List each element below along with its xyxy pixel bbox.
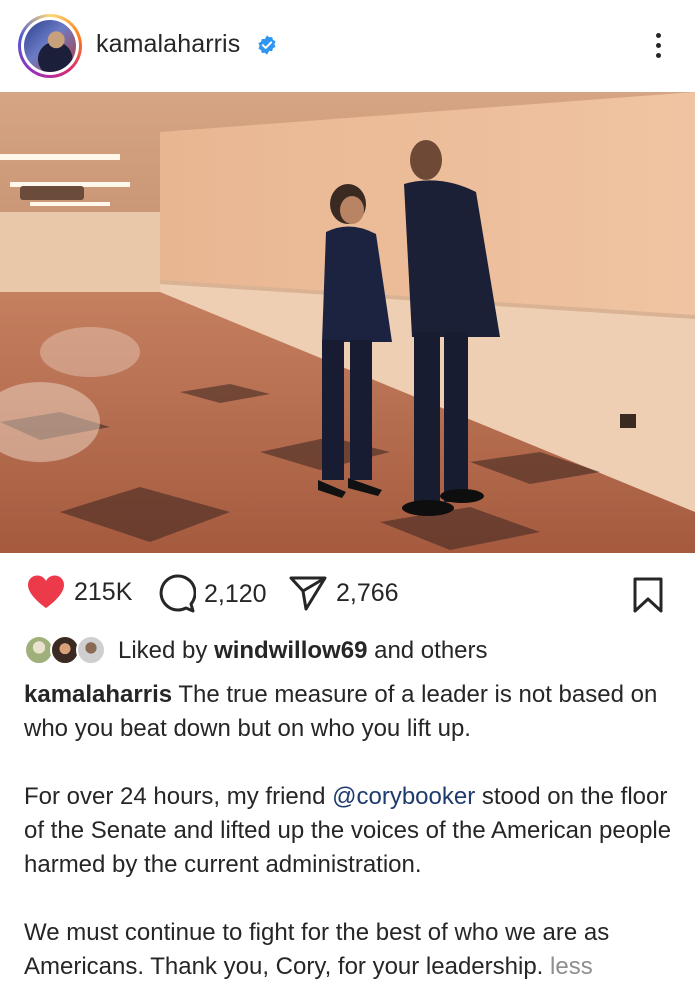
caption-username[interactable]: kamalaharris — [24, 681, 172, 708]
liker-avatar — [76, 635, 106, 665]
profile-avatar[interactable] — [18, 14, 82, 78]
mention-link[interactable]: @corybooker — [332, 783, 475, 810]
comment-icon — [159, 574, 196, 613]
liked-by-suffix[interactable]: and others — [374, 637, 487, 664]
liked-by-text: Liked by windwillow69 and others — [118, 637, 488, 665]
like-count[interactable]: 215K — [74, 578, 132, 607]
avatar-image — [24, 20, 76, 72]
caption-paragraph-1: kamalaharris The true measure of a leade… — [24, 678, 674, 746]
post-image[interactable] — [0, 92, 695, 553]
like-button[interactable]: 215K — [26, 574, 132, 610]
less-button[interactable]: less — [550, 953, 593, 980]
share-count[interactable]: 2,766 — [336, 579, 399, 608]
comment-count[interactable]: 2,120 — [204, 580, 267, 609]
caption-paragraph-3: We must continue to fight for the best o… — [24, 916, 674, 984]
liked-by-row[interactable]: Liked by windwillow69 and others — [24, 634, 488, 668]
post-caption: kamalaharris The true measure of a leade… — [24, 678, 674, 1000]
verified-badge-icon — [258, 35, 276, 55]
username-link[interactable]: kamalaharris — [96, 30, 240, 59]
more-vertical-icon[interactable] — [650, 30, 666, 62]
comment-button[interactable]: 2,120 — [156, 574, 267, 614]
caption-text-2a: For over 24 hours, my friend — [24, 783, 326, 810]
action-bar: 215K 2,120 2,766 — [0, 560, 695, 628]
liker-avatars — [24, 635, 108, 667]
send-icon — [289, 576, 327, 611]
share-button[interactable]: 2,766 — [288, 574, 399, 612]
caption-paragraph-2: For over 24 hours, my friend @corybooker… — [24, 780, 674, 882]
post-header: kamalaharris — [0, 0, 695, 92]
liked-by-prefix: Liked by — [118, 637, 208, 664]
bookmark-icon[interactable] — [632, 576, 664, 614]
hallway-photo — [0, 92, 695, 553]
heart-icon — [28, 575, 64, 608]
caption-text-3: We must continue to fight for the best o… — [24, 919, 610, 980]
liked-by-user[interactable]: windwillow69 — [214, 637, 367, 664]
